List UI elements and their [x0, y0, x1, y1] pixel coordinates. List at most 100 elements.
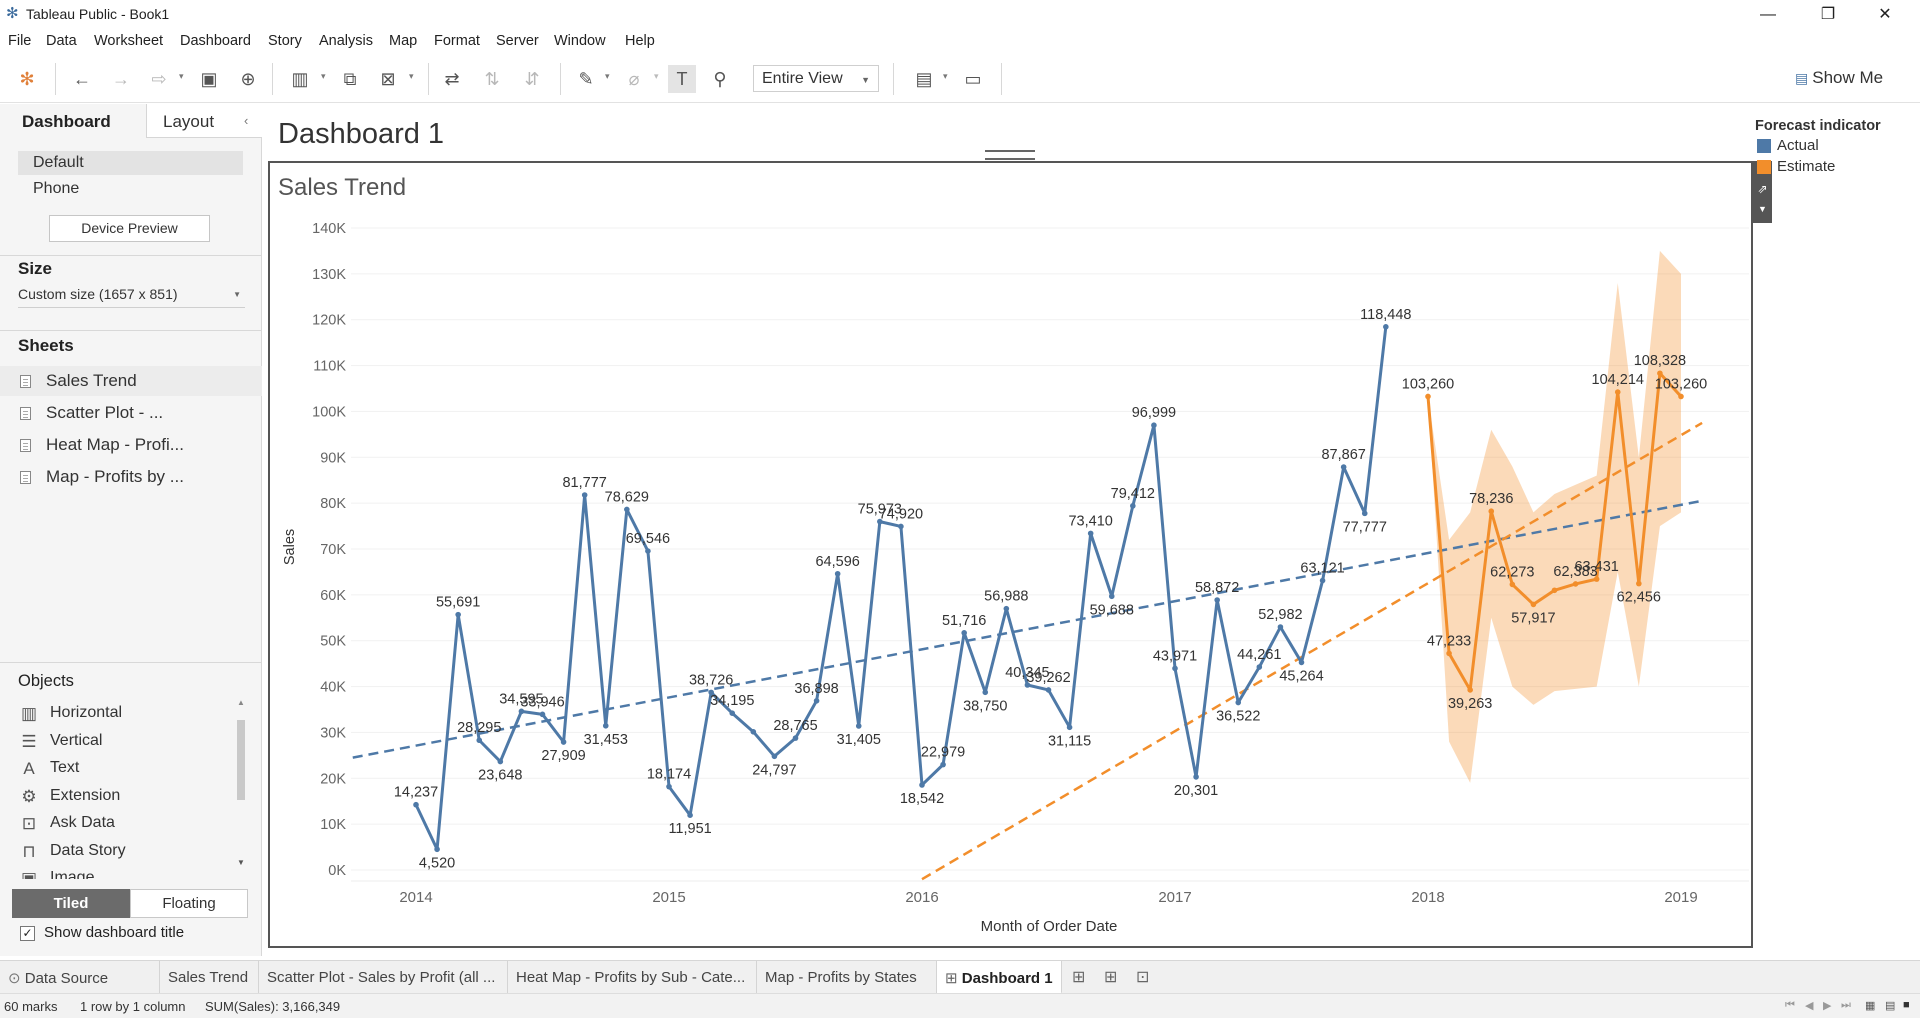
new-worksheet-tab-icon[interactable]: ⊞ — [1072, 967, 1085, 987]
presentation-mode-icon[interactable]: ▭ — [959, 65, 987, 93]
device-preview-button[interactable]: Device Preview — [49, 215, 210, 242]
go-to-sheet-icon[interactable]: ⇗ — [1753, 182, 1772, 196]
menu-data[interactable]: Data — [46, 33, 77, 49]
object-label: Text — [50, 759, 80, 776]
device-default[interactable]: Default — [18, 151, 243, 175]
save-icon[interactable]: ▣ — [195, 65, 223, 93]
object-horizontal[interactable]: ▥ Horizontal — [18, 702, 228, 729]
sheet-item-sales-trend[interactable]: Sales Trend — [0, 366, 262, 396]
tab-heat-map[interactable]: Heat Map - Profits by Sub - Cate... — [508, 961, 757, 994]
data-label: 24,797 — [752, 762, 796, 778]
menu-format[interactable]: Format — [434, 33, 480, 49]
show-cards-icon[interactable]: ▤ — [910, 65, 938, 93]
prev-sheet-icon[interactable]: ◀ — [1805, 999, 1813, 1012]
sheet-item-map[interactable]: Map - Profits by ... — [0, 462, 262, 492]
first-sheet-icon[interactable]: ⏮ — [1785, 999, 1795, 1012]
redo-icon[interactable]: → — [107, 65, 135, 93]
objects-scrollbar[interactable]: ▲ ▼ — [234, 698, 248, 870]
checkbox-check-icon[interactable]: ✓ — [20, 926, 35, 941]
size-select[interactable]: Custom size (1657 x 851) ▼ — [18, 286, 245, 308]
scroll-down-icon[interactable]: ▼ — [237, 858, 245, 867]
show-sheet-sorter-icon[interactable]: ■ — [1903, 999, 1910, 1011]
zone-menu-icon[interactable]: ▼ — [1753, 204, 1772, 214]
floating-button[interactable]: Floating — [130, 889, 248, 918]
restore-button[interactable]: ❐ — [1805, 0, 1851, 29]
data-label: 63,121 — [1300, 561, 1344, 577]
object-text[interactable]: A Text — [18, 757, 228, 784]
legend-item-actual[interactable]: Actual — [1755, 137, 1881, 155]
highlight-dropdown-icon[interactable]: ▾ — [605, 71, 610, 82]
object-vertical[interactable]: ☰ Vertical — [18, 730, 228, 757]
chevron-down-icon: ▼ — [861, 75, 870, 85]
replay-icon[interactable]: ⇨ — [145, 65, 173, 93]
menu-file[interactable]: File — [8, 33, 31, 49]
collapse-pane-icon[interactable]: ‹ — [244, 113, 248, 128]
object-ask-data[interactable]: ⊡ Ask Data — [18, 812, 228, 839]
tab-dashboard[interactable]: Dashboard — [0, 104, 146, 138]
divider — [0, 330, 262, 331]
show-dashboard-title-checkbox[interactable]: ✓ Show dashboard title — [18, 924, 184, 941]
sheet-item-scatter-plot[interactable]: Scatter Plot - ... — [0, 398, 262, 428]
status-bar: 60 marks 1 row by 1 column SUM(Sales): 3… — [0, 993, 1920, 1018]
replay-dropdown-icon[interactable]: ▾ — [179, 71, 184, 82]
tableau-home-icon[interactable]: ✻ — [13, 65, 41, 93]
show-tabs-icon[interactable]: ▤ — [1885, 999, 1895, 1012]
object-data-story[interactable]: ⊓ Data Story — [18, 840, 228, 867]
object-extension[interactable]: ⚙ Extension — [18, 785, 228, 812]
new-data-source-icon[interactable]: ⊕ — [234, 65, 262, 93]
legend-title: Forecast indicator — [1755, 118, 1881, 134]
group-members-icon[interactable]: ⌀ — [620, 65, 648, 93]
close-window-button[interactable]: ✕ — [1862, 0, 1908, 29]
new-dashboard-tab-icon[interactable]: ⊞ — [1104, 967, 1117, 987]
device-phone[interactable]: Phone — [18, 177, 243, 201]
toolbar-separator — [1001, 63, 1002, 95]
new-story-tab-icon[interactable]: ⊡ — [1136, 967, 1149, 987]
show-cards-dropdown-icon[interactable]: ▾ — [943, 71, 948, 82]
resize-handle[interactable] — [985, 150, 1035, 160]
menu-worksheet[interactable]: Worksheet — [94, 33, 163, 49]
menu-help[interactable]: Help — [625, 33, 655, 49]
clear-dropdown-icon[interactable]: ▾ — [409, 71, 414, 82]
menu-story[interactable]: Story — [268, 33, 302, 49]
tab-data-source[interactable]: ⊙ Data Source — [0, 961, 160, 994]
menu-analysis[interactable]: Analysis — [319, 33, 373, 49]
undo-icon[interactable]: ← — [68, 65, 96, 93]
data-label: 62,273 — [1490, 564, 1534, 580]
tab-scatter-plot[interactable]: Scatter Plot - Sales by Profit (all ... — [259, 961, 508, 994]
new-worksheet-icon[interactable]: ▥ — [286, 65, 314, 93]
objects-header: Objects — [18, 672, 74, 690]
sheet-item-heat-map[interactable]: Heat Map - Profi... — [0, 430, 262, 460]
legend-item-estimate[interactable]: Estimate — [1755, 158, 1881, 176]
next-sheet-icon[interactable]: ▶ — [1823, 999, 1831, 1012]
tab-dashboard-1[interactable]: ⊞ Dashboard 1 — [937, 961, 1062, 994]
menu-server[interactable]: Server — [496, 33, 539, 49]
forecast-legend[interactable]: Forecast indicator Actual Estimate — [1755, 118, 1881, 176]
actual-point — [1277, 624, 1284, 630]
minimize-button[interactable]: — — [1745, 0, 1791, 29]
scroll-thumb[interactable] — [237, 720, 245, 800]
show-mark-labels-icon[interactable]: T — [668, 65, 696, 93]
show-me-button[interactable]: ▤ Show Me — [1795, 68, 1883, 88]
fix-axes-icon[interactable]: ⚲ — [706, 65, 734, 93]
data-label: 20,301 — [1174, 783, 1218, 799]
highlight-icon[interactable]: ✎ — [572, 65, 600, 93]
new-worksheet-dropdown-icon[interactable]: ▾ — [321, 71, 326, 82]
tab-map[interactable]: Map - Profits by States — [757, 961, 937, 994]
menu-window[interactable]: Window — [554, 33, 606, 49]
menu-map[interactable]: Map — [389, 33, 417, 49]
object-image[interactable]: ▣ Image — [18, 867, 228, 879]
tiled-button[interactable]: Tiled — [12, 889, 130, 918]
tab-sales-trend[interactable]: Sales Trend — [160, 961, 259, 994]
menu-dashboard[interactable]: Dashboard — [180, 33, 251, 49]
last-sheet-icon[interactable]: ⏭ — [1841, 999, 1851, 1012]
scroll-up-icon[interactable]: ▲ — [237, 698, 245, 707]
sort-ascending-icon[interactable]: ⇅ — [478, 65, 506, 93]
show-filmstrip-icon[interactable]: ▦ — [1865, 999, 1875, 1012]
sort-descending-icon[interactable]: ⇵ — [518, 65, 546, 93]
clear-sheet-icon[interactable]: ⊠ — [374, 65, 402, 93]
data-label: 47,233 — [1427, 633, 1471, 649]
swap-rows-columns-icon[interactable]: ⇄ — [438, 65, 466, 93]
group-dropdown-icon[interactable]: ▾ — [654, 71, 659, 82]
duplicate-sheet-icon[interactable]: ⧉ — [336, 65, 364, 93]
fit-select[interactable]: Entire View ▼ — [753, 65, 879, 92]
